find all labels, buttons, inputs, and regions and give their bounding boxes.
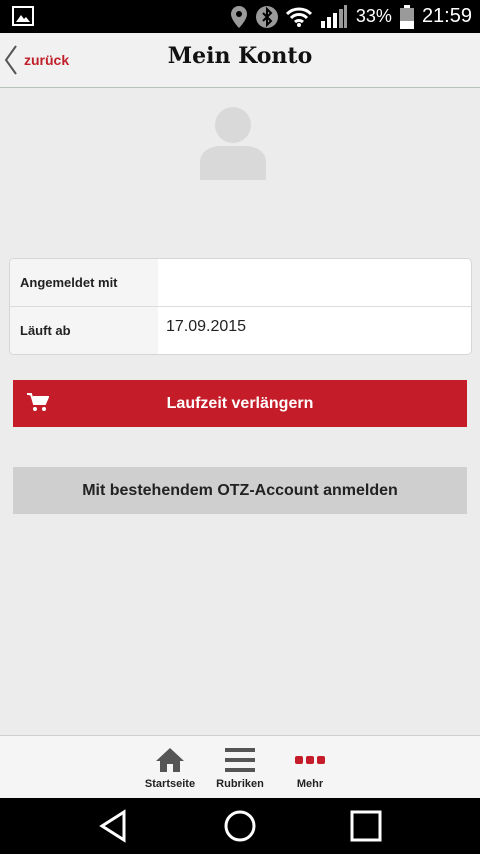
- battery-icon: [399, 4, 414, 29]
- bluetooth-icon: [255, 5, 278, 28]
- logged-in-with-label: Angemeldet mit: [10, 259, 158, 306]
- account-info-card: Angemeldet mit Läuft ab 17.09.2015: [9, 258, 472, 355]
- extend-subscription-button[interactable]: Laufzeit verlängern: [13, 380, 467, 427]
- expires-value: 17.09.2015: [166, 318, 247, 335]
- battery-percentage: 33%: [355, 6, 392, 26]
- home-circle-icon[interactable]: [222, 808, 258, 844]
- avatar-placeholder-icon: [200, 107, 266, 180]
- home-icon: [156, 748, 184, 772]
- back-triangle-icon[interactable]: [96, 808, 132, 844]
- tab-startseite[interactable]: Startseite: [130, 744, 210, 790]
- tab-rubriken[interactable]: Rubriken: [200, 744, 280, 790]
- tab-mehr-label: Mehr: [296, 778, 324, 790]
- logged-in-with-value: [158, 259, 471, 306]
- tab-mehr[interactable]: Mehr: [270, 744, 350, 790]
- expires-label: Läuft ab: [10, 307, 158, 354]
- bottom-tab-bar: Startseite Rubriken Mehr: [0, 735, 480, 799]
- tab-rubriken-label: Rubriken: [216, 778, 264, 790]
- extend-subscription-label: Laufzeit verlängern: [166, 394, 314, 412]
- page-title: Mein Konto: [167, 43, 313, 69]
- wifi-icon: [285, 7, 312, 27]
- status-bar: 33% 21:59: [0, 0, 480, 33]
- app-bar: zurück Mein Konto: [0, 33, 480, 88]
- location-icon: [230, 5, 247, 28]
- cart-icon: [27, 393, 49, 411]
- otz-login-label: Mit bestehendem OTZ-Account anmelden: [82, 481, 398, 499]
- signal-icon: [320, 4, 347, 28]
- more-icon: [295, 756, 325, 764]
- tab-startseite-label: Startseite: [144, 778, 196, 790]
- logged-in-with-row: Angemeldet mit: [10, 259, 471, 306]
- recents-square-icon[interactable]: [348, 808, 384, 844]
- system-navigation-bar: [0, 798, 480, 854]
- menu-icon: [225, 748, 255, 772]
- expires-row: Läuft ab 17.09.2015: [10, 306, 471, 354]
- image-notification-icon: [12, 6, 34, 26]
- clock: 21:59: [421, 5, 472, 27]
- otz-login-button[interactable]: Mit bestehendem OTZ-Account anmelden: [13, 467, 467, 514]
